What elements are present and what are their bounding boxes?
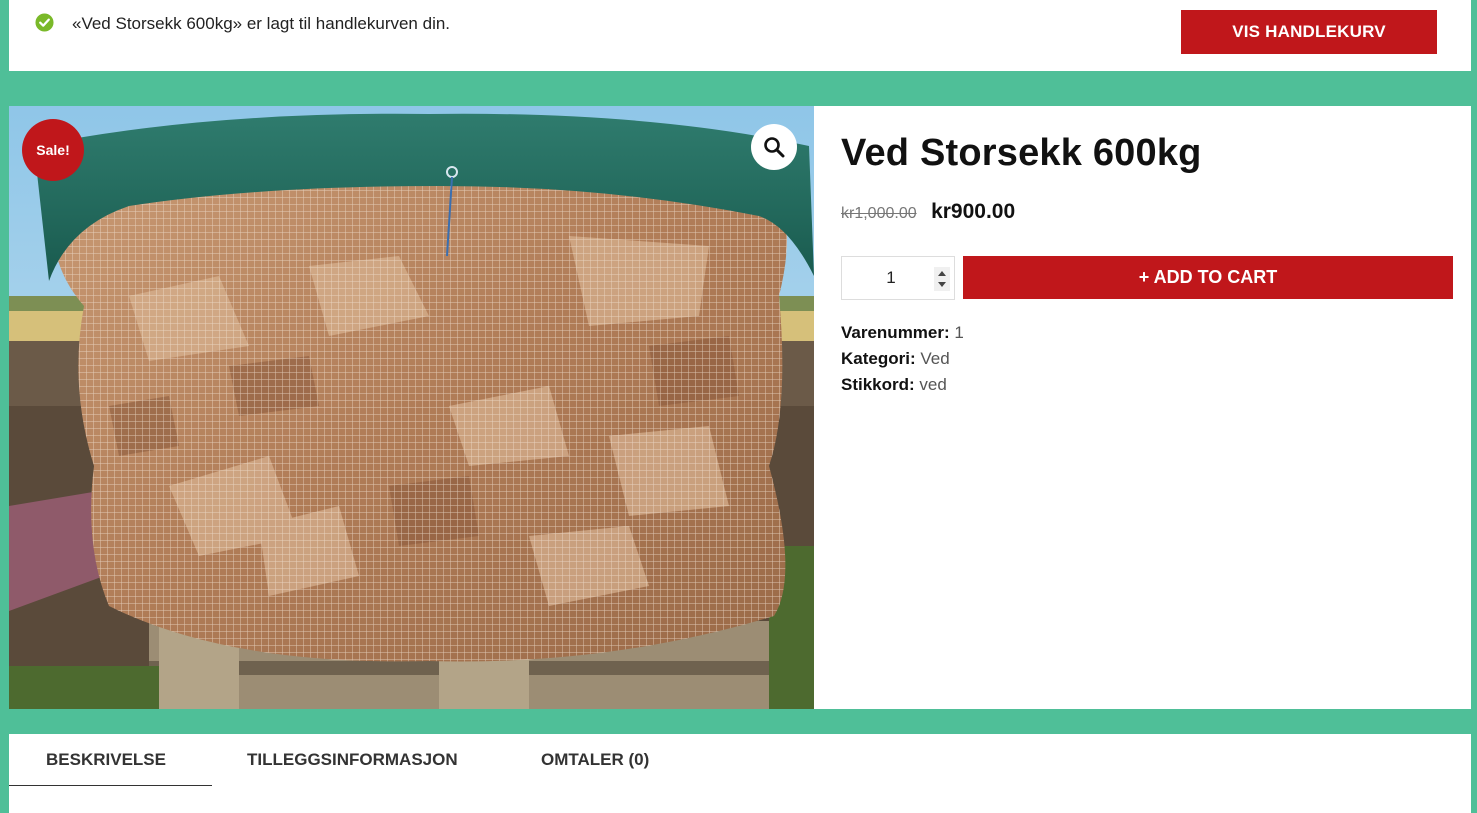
quantity-stepper[interactable]: 1: [841, 256, 955, 300]
sale-badge: Sale!: [22, 119, 84, 181]
product-price: kr1,000.00 kr900.00: [841, 200, 1015, 224]
tags-row: Stikkord: ved: [841, 372, 964, 398]
product-title: Ved Storsekk 600kg: [841, 132, 1202, 174]
tab-reviews[interactable]: OMTALER (0): [541, 750, 649, 770]
product-tabs: BESKRIVELSE TILLEGGSINFORMASJON OMTALER …: [9, 734, 1471, 813]
sku-row: Varenummer: 1: [841, 320, 964, 346]
tab-description[interactable]: BESKRIVELSE: [46, 750, 166, 770]
magnifier-icon: [764, 137, 785, 158]
quantity-value[interactable]: 1: [842, 257, 940, 299]
tags-label: Stikkord:: [841, 375, 915, 394]
tag-link[interactable]: ved: [919, 375, 946, 394]
zoom-button[interactable]: [751, 124, 797, 170]
old-price: kr1,000.00: [841, 205, 917, 222]
active-tab-indicator: [9, 785, 212, 786]
product-image[interactable]: Sale!: [9, 106, 814, 709]
sku-label: Varenummer:: [841, 323, 950, 342]
product-section: Sale! Ved Storsekk 600kg kr1,000.00 kr90…: [9, 106, 1471, 709]
notice-message: «Ved Storsekk 600kg» er lagt til handlek…: [72, 14, 451, 33]
sku-value: 1: [954, 323, 964, 342]
spinner-arrows-icon[interactable]: [934, 267, 950, 291]
view-cart-button[interactable]: VIS HANDLEKURV: [1181, 10, 1437, 54]
category-link[interactable]: Ved: [920, 349, 949, 368]
firewood-bag-image: [9, 106, 814, 709]
check-circle-icon: [35, 13, 54, 32]
add-to-cart-button[interactable]: + ADD TO CART: [963, 256, 1453, 299]
category-row: Kategori: Ved: [841, 346, 964, 372]
category-label: Kategori:: [841, 349, 916, 368]
tab-additional-info[interactable]: TILLEGGSINFORMASJON: [247, 750, 458, 770]
product-meta: Varenummer: 1 Kategori: Ved Stikkord: ve…: [841, 320, 964, 398]
sale-price: kr900.00: [931, 200, 1016, 223]
cart-notice: «Ved Storsekk 600kg» er lagt til handlek…: [9, 0, 1471, 71]
